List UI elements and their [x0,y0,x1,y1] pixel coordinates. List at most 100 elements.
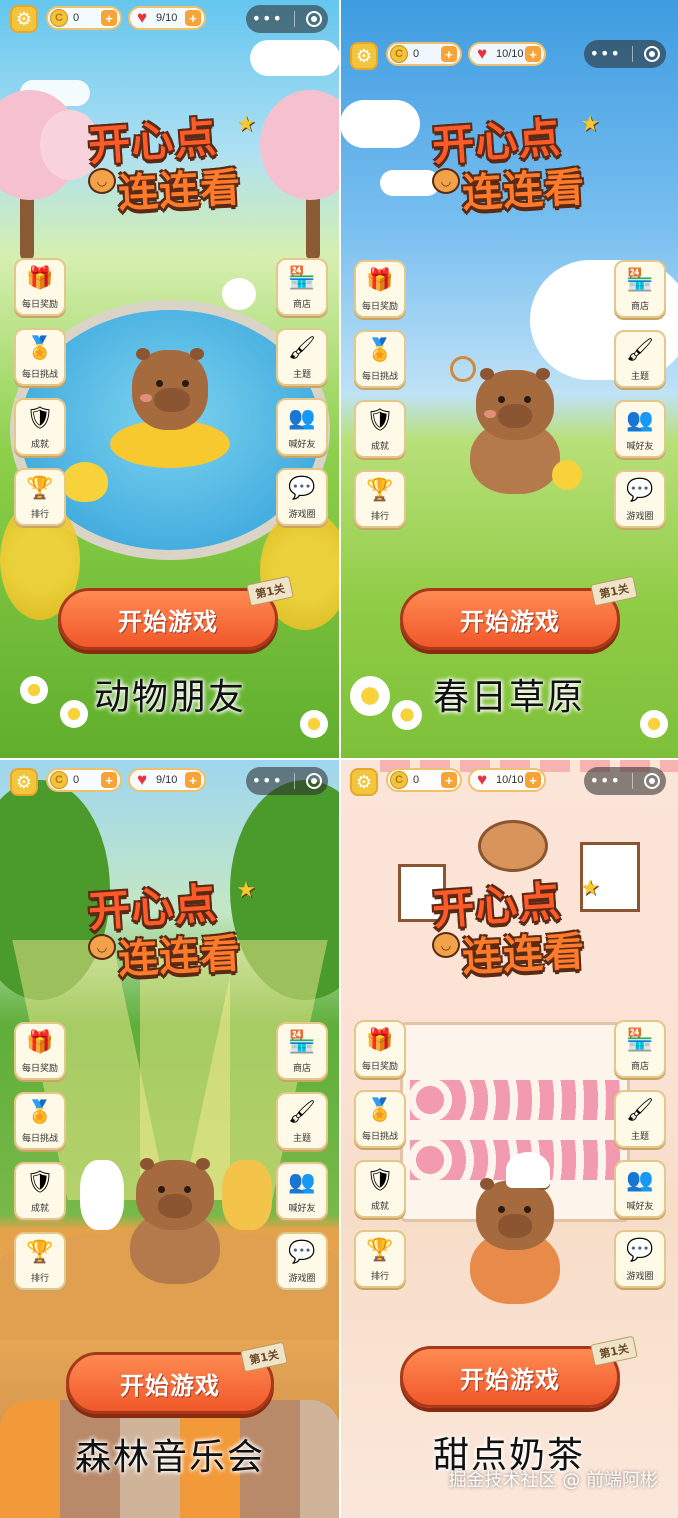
add-coins-button[interactable]: + [101,772,117,788]
theme-button[interactable]: 🖌 主题 [276,1092,328,1150]
daily-challenge-button[interactable]: 🏅 每日挑战 [14,328,66,386]
game-circle-button[interactable]: 💬 游戏圈 [614,470,666,528]
leaderboard-label: 排行 [30,1274,49,1284]
start-game-button[interactable]: 开始游戏 [400,1346,620,1408]
settings-button[interactable]: ⚙ [10,5,38,33]
invite-friends-label: 喊好友 [288,440,316,450]
daily-reward-label: 每日奖励 [361,1062,398,1072]
capsule-divider [294,773,296,789]
paintbrush-icon: 🖌 [288,1100,316,1125]
coins-value: 0 [413,48,420,60]
achievements-button[interactable]: 🛡 成就 [354,400,406,458]
gear-icon: ⚙ [355,771,373,793]
lives-value: 10/10 [496,48,524,60]
status-bar: ⚙ C 0 + ♥ 10/10 + ••• [340,760,678,800]
add-coins-button[interactable]: + [441,772,457,788]
daily-reward-button[interactable]: 🎁 每日奖励 [354,1020,406,1078]
daily-challenge-button[interactable]: 🏅 每日挑战 [354,330,406,388]
daily-challenge-label: 每日挑战 [21,1134,58,1144]
achievements-button[interactable]: 🛡 成就 [14,398,66,456]
shop-label: 商店 [292,300,311,310]
theme-button[interactable]: 🖌 主题 [614,330,666,388]
chat-bubbles-icon: 💬 [626,1238,654,1263]
daily-reward-button[interactable]: 🎁 每日奖励 [14,1022,66,1080]
invite-friends-button[interactable]: 👥 喊好友 [614,400,666,458]
chick [552,460,582,490]
leaderboard-button[interactable]: 🏆 排行 [14,1232,66,1290]
theme-button[interactable]: 🖌 主题 [614,1090,666,1148]
game-circle-button[interactable]: 💬 游戏圈 [614,1230,666,1288]
leaderboard-button[interactable]: 🏆 排行 [354,470,406,528]
friends-icon: 👥 [288,1170,316,1195]
game-circle-button[interactable]: 💬 游戏圈 [276,1232,328,1290]
shop-button[interactable]: 🏪 商店 [614,260,666,318]
more-dots-icon[interactable]: ••• [252,773,283,789]
invite-friends-button[interactable]: 👥 喊好友 [276,1162,328,1220]
more-dots-icon[interactable]: ••• [590,773,621,789]
target-icon[interactable] [644,46,661,62]
friends-icon: 👥 [288,406,316,431]
add-lives-button[interactable]: + [525,46,541,62]
shop-button[interactable]: 🏪 商店 [276,1022,328,1080]
shop-button[interactable]: 🏪 商店 [614,1020,666,1078]
leaderboard-label: 排行 [370,512,389,522]
capsule-divider [632,46,634,62]
game-circle-label: 游戏圈 [288,510,316,520]
miniprogram-capsule: ••• [246,5,328,33]
add-coins-button[interactable]: + [441,46,457,62]
leaderboard-button[interactable]: 🏆 排行 [354,1230,406,1288]
smile-icon: ◡ [88,934,116,960]
invite-friends-button[interactable]: 👥 喊好友 [614,1160,666,1218]
lives-counter: ♥ 9/10 + [128,6,206,30]
miniprogram-capsule: ••• [584,767,666,795]
star-icon: ★ [580,112,600,137]
start-game-button[interactable]: 开始游戏 [400,588,620,650]
target-icon[interactable] [306,773,323,789]
invite-friends-button[interactable]: 👥 喊好友 [276,398,328,456]
settings-button[interactable]: ⚙ [10,768,38,796]
daily-challenge-label: 每日挑战 [361,372,398,382]
achievements-button[interactable]: 🛡 成就 [354,1160,406,1218]
start-game-button[interactable]: 开始游戏 [58,588,278,650]
settings-button[interactable]: ⚙ [350,42,378,70]
daily-challenge-button[interactable]: 🏅 每日挑战 [354,1090,406,1148]
achievements-button[interactable]: 🛡 成就 [14,1162,66,1220]
theme-label: 主题 [292,1134,311,1144]
watermark: 掘金技术社区 @ 前端阿彬 [448,1470,658,1491]
daily-reward-button[interactable]: 🎁 每日奖励 [14,258,66,316]
star-icon: ★ [580,876,600,901]
more-dots-icon[interactable]: ••• [252,11,283,27]
achievements-label: 成就 [30,1204,49,1214]
game-circle-label: 游戏圈 [626,1272,654,1282]
add-lives-button[interactable]: + [185,10,201,26]
leaderboard-button[interactable]: 🏆 排行 [14,468,66,526]
heart-icon: ♥ [476,44,488,63]
chef-hat [506,1152,550,1188]
heart-icon: ♥ [136,8,148,27]
add-coins-button[interactable]: + [101,10,117,26]
settings-button[interactable]: ⚙ [350,768,378,796]
medal-icon: 🏅 [26,336,54,361]
more-dots-icon[interactable]: ••• [590,46,621,62]
add-lives-button[interactable]: + [185,772,201,788]
theme-panel-animal-friends: ⚙ C 0 + ♥ 9/10 + ••• 开心点 ★ ◡ 连连看 🎁 每日奖励 [0,0,340,758]
capybara-dancing [130,1158,220,1290]
gift-icon: 🎁 [26,1030,54,1055]
shop-icon: 🏪 [288,266,316,291]
donut-row [410,1080,620,1120]
shop-button[interactable]: 🏪 商店 [276,258,328,316]
start-game-label: 开始游戏 [118,607,218,636]
paintbrush-icon: 🖌 [626,1098,654,1123]
theme-panel-spring-meadow: ⚙ C 0 + ♥ 10/10 + ••• 开心点 ★ ◡ 连连看 🎁 每日奖励… [340,0,678,758]
chat-bubbles-icon: 💬 [626,478,654,503]
theme-button[interactable]: 🖌 主题 [276,328,328,386]
add-lives-button[interactable]: + [525,772,541,788]
leaderboard-label: 排行 [370,1272,389,1282]
daily-challenge-button[interactable]: 🏅 每日挑战 [14,1092,66,1150]
gear-icon: ⚙ [15,8,33,30]
target-icon[interactable] [306,11,323,27]
target-icon[interactable] [644,773,661,789]
cake-sign [478,820,548,872]
game-circle-button[interactable]: 💬 游戏圈 [276,468,328,526]
daily-reward-button[interactable]: 🎁 每日奖励 [354,260,406,318]
